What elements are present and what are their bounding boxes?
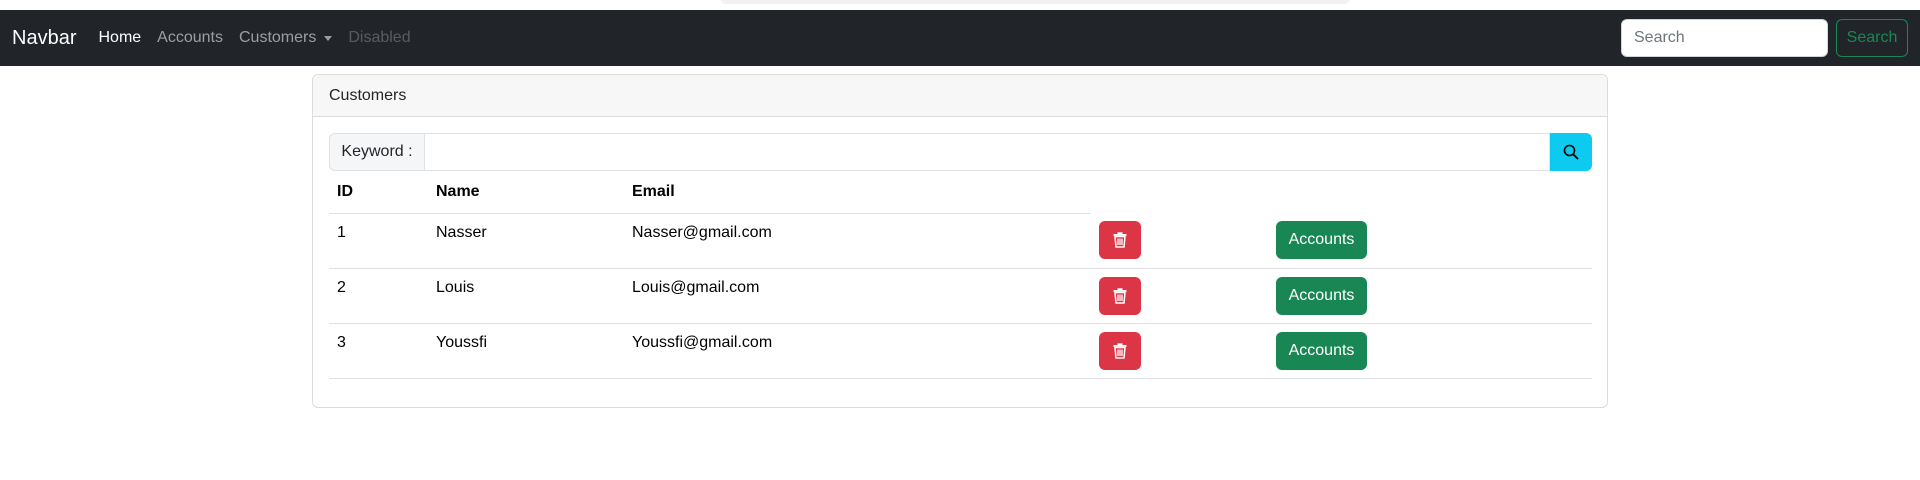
cell-accounts: Accounts: [1268, 213, 1592, 269]
table-header-row: ID Name Email: [329, 171, 1592, 214]
cell-name: Louis: [428, 268, 624, 324]
delete-button[interactable]: [1099, 331, 1141, 370]
accounts-button[interactable]: Accounts: [1276, 331, 1367, 370]
navbar-search-button[interactable]: Search: [1836, 19, 1908, 57]
cell-id: 1: [329, 213, 428, 269]
nav-link-home[interactable]: Home: [98, 29, 141, 47]
header-email: Email: [624, 171, 1091, 214]
header-blank-delete: [1091, 171, 1268, 213]
delete-button[interactable]: [1099, 221, 1141, 259]
table-row: 3 Youssfi Youssfi@gmail.com Accounts: [329, 323, 1592, 379]
header-name: Name: [428, 171, 624, 214]
cell-accounts: Accounts: [1268, 323, 1592, 379]
caret-down-icon: [324, 35, 333, 41]
trash-icon: [1113, 342, 1127, 359]
nav-link-accounts[interactable]: Accounts: [157, 29, 223, 47]
card-body: Keyword : ID Name Email 1 Nasser Nasser@…: [313, 117, 1607, 379]
cell-email: Louis@gmail.com: [624, 268, 1091, 324]
search-icon: [1563, 144, 1579, 160]
keyword-label: Keyword :: [329, 133, 425, 171]
cell-email: Youssfi@gmail.com: [624, 323, 1091, 379]
keyword-search-button[interactable]: [1550, 133, 1592, 171]
header-blank-accounts: [1268, 171, 1592, 213]
cell-delete: [1091, 323, 1268, 379]
cell-id: 2: [329, 268, 428, 324]
navbar: Navbar Home Accounts Customers Disabled …: [0, 10, 1920, 66]
delete-button[interactable]: [1099, 276, 1141, 315]
keyword-input[interactable]: [425, 133, 1550, 171]
keyword-search-group: Keyword :: [329, 133, 1592, 171]
cell-name: Youssfi: [428, 323, 624, 379]
table-row: 1 Nasser Nasser@gmail.com Accounts: [329, 213, 1592, 269]
nav-link-disabled: Disabled: [348, 29, 411, 46]
trash-icon: [1113, 287, 1127, 304]
cell-delete: [1091, 268, 1268, 324]
trash-icon: [1113, 232, 1127, 248]
accounts-button[interactable]: Accounts: [1276, 276, 1367, 315]
navbar-search-form: Search: [1621, 19, 1908, 57]
cell-delete: [1091, 213, 1268, 269]
cell-accounts: Accounts: [1268, 268, 1592, 324]
accounts-button[interactable]: Accounts: [1276, 221, 1367, 259]
navbar-brand[interactable]: Navbar: [12, 27, 76, 50]
table-row: 2 Louis Louis@gmail.com Accounts: [329, 268, 1592, 324]
browser-tab-edge: [720, 0, 1350, 4]
header-id: ID: [329, 171, 428, 214]
navbar-search-input[interactable]: [1621, 19, 1828, 57]
browser-top-strip: [0, 0, 1920, 10]
nav-dropdown-customers[interactable]: Customers: [238, 29, 333, 47]
nav-dropdown-customers-label: Customers: [238, 29, 317, 46]
cell-email: Nasser@gmail.com: [624, 213, 1091, 269]
customers-table: ID Name Email 1 Nasser Nasser@gmail.com: [329, 171, 1592, 379]
cell-name: Nasser: [428, 213, 624, 269]
customers-card: Customers Keyword : ID Name Email 1 Nass…: [312, 74, 1608, 408]
cell-id: 3: [329, 323, 428, 379]
card-title: Customers: [313, 75, 1607, 117]
